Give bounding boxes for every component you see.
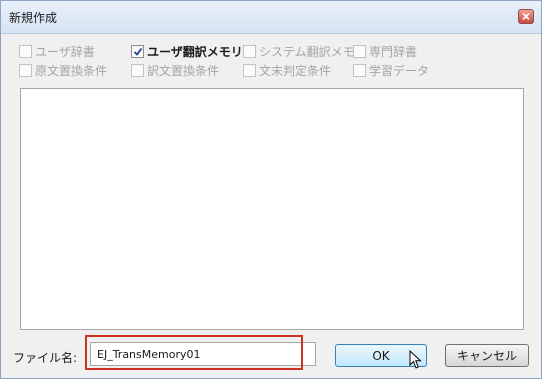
checkbox-user-translation-memory[interactable] (131, 44, 144, 58)
option-learning-data[interactable]: 学習データ (353, 62, 429, 78)
cancel-button[interactable]: キャンセル (445, 344, 529, 367)
option-system-translation-memory[interactable]: システム翻訳メモリ (243, 43, 367, 59)
option-label: ユーザ翻訳メモリ (147, 44, 243, 59)
checkmark-icon (133, 47, 143, 56)
item-list-area[interactable] (20, 88, 524, 330)
option-label: 学習データ (369, 63, 430, 78)
checkbox-special-dictionary[interactable] (353, 44, 366, 58)
option-source-replace-conditions[interactable]: 原文置換条件 (19, 62, 107, 78)
option-label: システム翻訳メモリ (259, 44, 367, 59)
option-label: 訳文置換条件 (147, 63, 220, 78)
option-user-translation-memory[interactable]: ユーザ翻訳メモリ (131, 43, 243, 59)
option-label: 専門辞書 (369, 44, 418, 59)
checkbox-user-dictionary[interactable] (19, 44, 32, 58)
checkbox-target-replace-conditions[interactable] (131, 63, 144, 77)
checkbox-system-translation-memory[interactable] (243, 44, 256, 58)
option-target-replace-conditions[interactable]: 訳文置換条件 (131, 62, 219, 78)
option-special-dictionary[interactable]: 専門辞書 (353, 43, 417, 59)
option-user-dictionary[interactable]: ユーザ辞書 (19, 43, 95, 59)
new-file-dialog: 新規作成 ユーザ辞書 ユーザ翻訳メモリ システム翻訳メモリ 専門辞書 原文置換条… (0, 0, 542, 379)
file-name-input[interactable] (90, 342, 316, 366)
title-bar[interactable]: 新規作成 (1, 1, 541, 34)
option-sentence-end-conditions[interactable]: 文末判定条件 (243, 62, 331, 78)
file-name-label: ファイル名: (13, 351, 78, 365)
dialog-title: 新規作成 (9, 11, 58, 25)
checkbox-sentence-end-conditions[interactable] (243, 63, 256, 77)
checkbox-source-replace-conditions[interactable] (19, 63, 32, 77)
option-label: 文末判定条件 (259, 63, 332, 78)
checkbox-learning-data[interactable] (353, 63, 366, 77)
close-icon (522, 13, 530, 20)
option-label: 原文置換条件 (35, 63, 108, 78)
ok-button[interactable]: OK (335, 344, 427, 367)
close-button[interactable] (518, 9, 534, 24)
option-label: ユーザ辞書 (35, 44, 95, 59)
